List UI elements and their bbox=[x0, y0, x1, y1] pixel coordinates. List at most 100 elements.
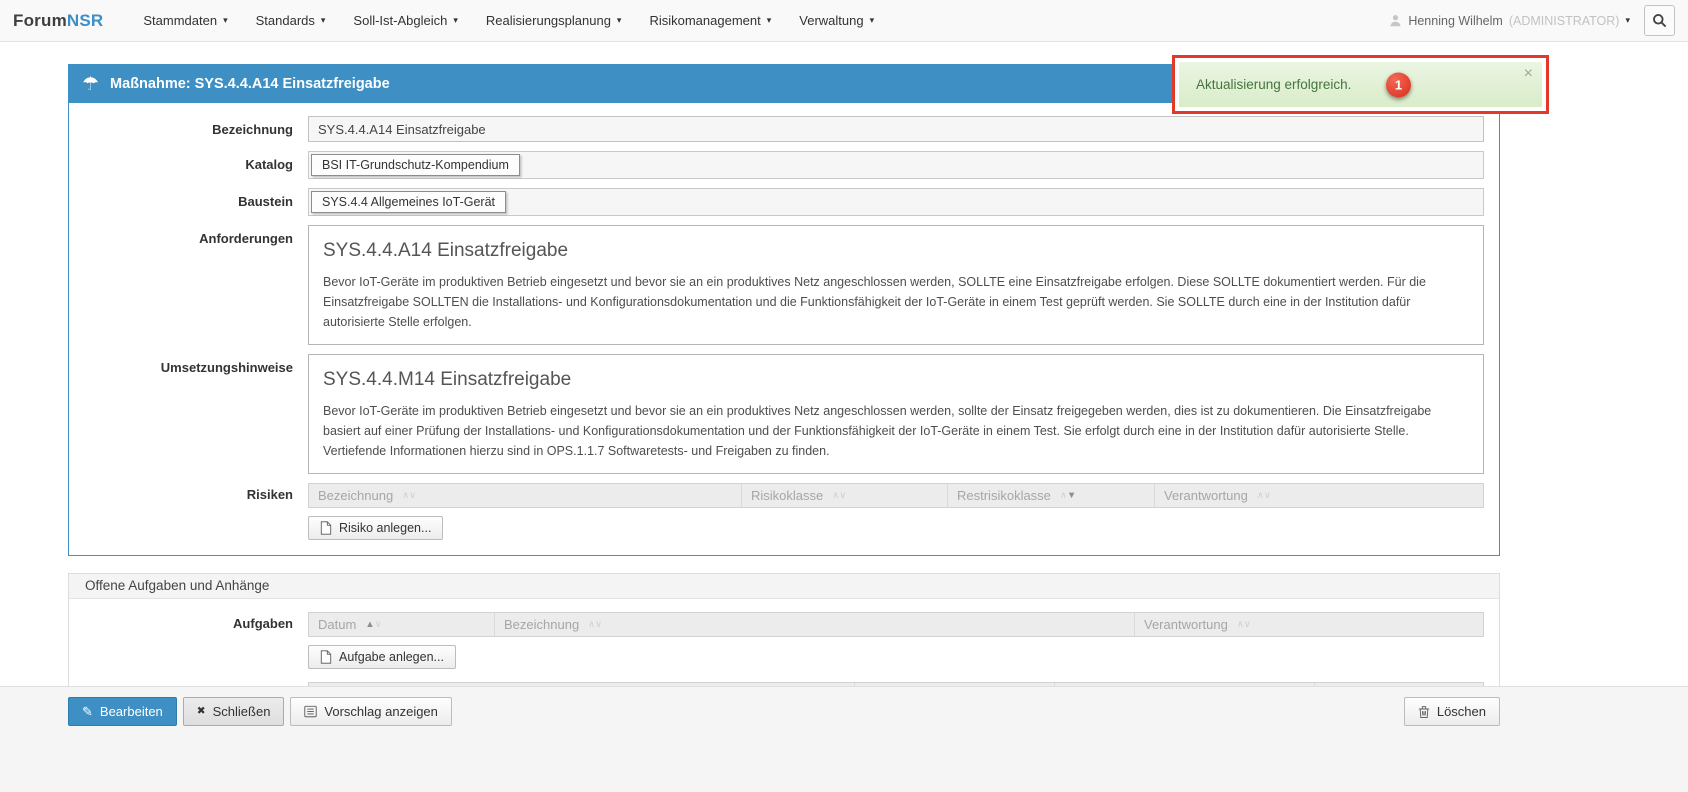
massnahme-panel: ☂ Maßnahme: SYS.4.4.A14 Einsatzfreigabe … bbox=[68, 64, 1500, 556]
column-label: Restrisikoklasse bbox=[957, 488, 1051, 503]
column-label: Datum bbox=[318, 617, 356, 632]
form-row-aufgaben: Aufgaben Datum ▲∨ Bezeichnung ∧∨ Verantw… bbox=[69, 612, 1499, 669]
annotation-highlight: Aktualisierung erfolgreich. × 1 bbox=[1172, 55, 1549, 114]
nav-item-soll-ist-abgleich[interactable]: Soll-Ist-Abgleich ▾ bbox=[339, 0, 471, 42]
bezeichnung-label: Bezeichnung bbox=[69, 116, 308, 137]
search-button[interactable] bbox=[1644, 5, 1675, 36]
column-header-risikoklasse[interactable]: Risikoklasse ∧∨ bbox=[742, 484, 948, 507]
list-icon bbox=[304, 705, 317, 718]
nav-item-verwaltung[interactable]: Verwaltung ▾ bbox=[785, 0, 888, 42]
anforderungen-heading: SYS.4.4.A14 Einsatzfreigabe bbox=[323, 240, 1469, 262]
loeschen-button[interactable]: Löschen bbox=[1404, 697, 1500, 726]
sort-icon: ∧∨ bbox=[1237, 620, 1251, 630]
katalog-chip: BSI IT-Grundschutz-Kompendium bbox=[311, 154, 520, 176]
risiko-anlegen-button[interactable]: Risiko anlegen... bbox=[308, 516, 443, 540]
umbrella-icon: ☂ bbox=[82, 75, 99, 94]
aufgaben-label: Aufgaben bbox=[69, 612, 308, 631]
schliessen-button[interactable]: ✖ Schließen bbox=[183, 697, 285, 726]
button-label: Löschen bbox=[1437, 704, 1486, 719]
nav-item-stammdaten[interactable]: Stammdaten ▾ bbox=[129, 0, 241, 42]
katalog-label: Katalog bbox=[69, 151, 308, 172]
column-header-verantwortung[interactable]: Verantwortung ∧∨ bbox=[1135, 613, 1483, 636]
user-role: (ADMINISTRATOR) bbox=[1509, 14, 1620, 28]
nav-item-label: Verwaltung bbox=[799, 13, 863, 28]
column-header-verantwortung[interactable]: Verantwortung ∧∨ bbox=[1155, 484, 1483, 507]
bezeichnung-input[interactable]: SYS.4.4.A14 Einsatzfreigabe bbox=[308, 116, 1484, 142]
annotation-badge: 1 bbox=[1386, 72, 1411, 97]
column-header-bezeichnung[interactable]: Bezeichnung ∧∨ bbox=[495, 613, 1135, 636]
button-label: Bearbeiten bbox=[100, 704, 163, 719]
column-header-datum[interactable]: Datum ▲∨ bbox=[309, 613, 495, 636]
user-name: Henning Wilhelm bbox=[1408, 14, 1502, 28]
chevron-down-icon: ▾ bbox=[1625, 15, 1630, 26]
aufgabe-anlegen-button[interactable]: Aufgabe anlegen... bbox=[308, 645, 456, 669]
main-menu: Stammdaten ▾ Standards ▾ Soll-Ist-Abglei… bbox=[129, 0, 888, 42]
column-label: Bezeichnung bbox=[504, 617, 579, 632]
form-row-risiken: Risiken Bezeichnung ∧∨ Risikoklasse ∧∨ R… bbox=[69, 483, 1499, 540]
umsetzungshinweise-box: SYS.4.4.M14 Einsatzfreigabe Bevor IoT-Ge… bbox=[308, 354, 1484, 474]
baustein-label: Baustein bbox=[69, 188, 308, 209]
form-row-umsetzungshinweise: Umsetzungshinweise SYS.4.4.M14 Einsatzfr… bbox=[69, 354, 1499, 474]
bezeichnung-value: SYS.4.4.A14 Einsatzfreigabe bbox=[318, 122, 486, 137]
nav-item-label: Risikomanagement bbox=[649, 13, 760, 28]
brand-nsr: NSR bbox=[67, 11, 104, 30]
button-label: Aufgabe anlegen... bbox=[339, 650, 444, 664]
trash-icon bbox=[1418, 705, 1430, 719]
section-title: Offene Aufgaben und Anhänge bbox=[69, 574, 1499, 599]
button-label: Risiko anlegen... bbox=[339, 521, 431, 535]
success-alert: Aktualisierung erfolgreich. × 1 bbox=[1179, 62, 1542, 107]
column-header-bezeichnung[interactable]: Bezeichnung ∧∨ bbox=[309, 484, 742, 507]
sort-icon: ∧∨ bbox=[588, 620, 602, 630]
umsetzungshinweise-label: Umsetzungshinweise bbox=[69, 354, 308, 375]
edit-icon: ✎ bbox=[82, 705, 93, 718]
baustein-field: SYS.4.4 Allgemeines IoT-Gerät bbox=[308, 188, 1484, 216]
aufgaben-table-header: Datum ▲∨ Bezeichnung ∧∨ Verantwortung ∧∨ bbox=[308, 612, 1484, 637]
nav-item-label: Soll-Ist-Abgleich bbox=[353, 13, 447, 28]
column-header-restrisikoklasse[interactable]: Restrisikoklasse ∧▼ bbox=[948, 484, 1155, 507]
anforderungen-box: SYS.4.4.A14 Einsatzfreigabe Bevor IoT-Ge… bbox=[308, 225, 1484, 345]
user-icon bbox=[1389, 14, 1402, 27]
panel-title: Maßnahme: SYS.4.4.A14 Einsatzfreigabe bbox=[110, 76, 390, 92]
nav-item-label: Realisierungsplanung bbox=[486, 13, 611, 28]
bearbeiten-button[interactable]: ✎ Bearbeiten bbox=[68, 697, 177, 726]
navbar: ForumNSR Stammdaten ▾ Standards ▾ Soll-I… bbox=[0, 0, 1688, 42]
risiken-label: Risiken bbox=[69, 483, 308, 502]
nav-item-realisierungsplanung[interactable]: Realisierungsplanung ▾ bbox=[472, 0, 636, 42]
panel-body: Bezeichnung SYS.4.4.A14 Einsatzfreigabe … bbox=[69, 103, 1499, 555]
column-label: Verantwortung bbox=[1164, 488, 1248, 503]
chevron-down-icon: ▾ bbox=[321, 15, 326, 26]
user-menu[interactable]: Henning Wilhelm (ADMINISTRATOR) ▾ bbox=[1389, 14, 1630, 28]
nav-item-label: Stammdaten bbox=[143, 13, 217, 28]
nav-item-risikomanagement[interactable]: Risikomanagement ▾ bbox=[635, 0, 785, 42]
chevron-down-icon: ▾ bbox=[453, 15, 458, 26]
sort-icon: ∧∨ bbox=[832, 491, 846, 501]
brand-forum: Forum bbox=[13, 11, 67, 30]
katalog-field: BSI IT-Grundschutz-Kompendium bbox=[308, 151, 1484, 179]
form-row-anforderungen: Anforderungen SYS.4.4.A14 Einsatzfreigab… bbox=[69, 225, 1499, 345]
nav-item-label: Standards bbox=[256, 13, 315, 28]
column-label: Risikoklasse bbox=[751, 488, 823, 503]
button-label: Vorschlag anzeigen bbox=[324, 704, 437, 719]
vorschlag-anzeigen-button[interactable]: Vorschlag anzeigen bbox=[290, 697, 451, 726]
column-label: Bezeichnung bbox=[318, 488, 393, 503]
chevron-down-icon: ▾ bbox=[617, 15, 622, 26]
nav-item-standards[interactable]: Standards ▾ bbox=[242, 0, 340, 42]
anforderungen-text: Bevor IoT-Geräte im produktiven Betrieb … bbox=[323, 272, 1469, 332]
baustein-chip: SYS.4.4 Allgemeines IoT-Gerät bbox=[311, 191, 506, 213]
main-content: ☂ Maßnahme: SYS.4.4.A14 Einsatzfreigabe … bbox=[68, 64, 1500, 723]
document-icon bbox=[320, 650, 332, 664]
form-row-katalog: Katalog BSI IT-Grundschutz-Kompendium bbox=[69, 151, 1499, 179]
umsetzungshinweise-heading: SYS.4.4.M14 Einsatzfreigabe bbox=[323, 369, 1469, 391]
search-icon bbox=[1652, 13, 1667, 28]
close-icon: ✖ bbox=[197, 706, 206, 717]
close-icon[interactable]: × bbox=[1524, 65, 1533, 83]
anforderungen-label: Anforderungen bbox=[69, 225, 308, 246]
chevron-down-icon: ▾ bbox=[767, 15, 772, 26]
umsetzungshinweise-text: Bevor IoT-Geräte im produktiven Betrieb … bbox=[323, 401, 1469, 461]
document-icon bbox=[320, 521, 332, 535]
sort-icon: ▲∨ bbox=[365, 620, 381, 630]
sort-icon: ∧∨ bbox=[402, 491, 416, 501]
brand-logo[interactable]: ForumNSR bbox=[13, 11, 103, 31]
sort-icon: ∧▼ bbox=[1060, 491, 1076, 501]
alert-message: Aktualisierung erfolgreich. bbox=[1196, 77, 1351, 92]
